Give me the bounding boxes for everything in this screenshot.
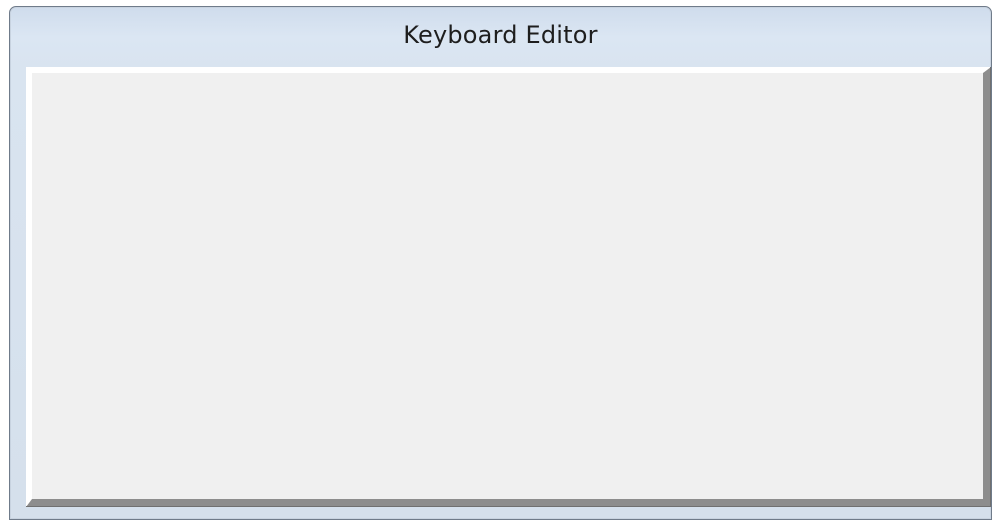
editor-panel[interactable] [26,67,991,507]
window-title: Keyboard Editor [403,21,598,49]
keyboard-editor-window: Keyboard Editor [9,6,992,520]
title-bar[interactable]: Keyboard Editor [10,7,991,69]
